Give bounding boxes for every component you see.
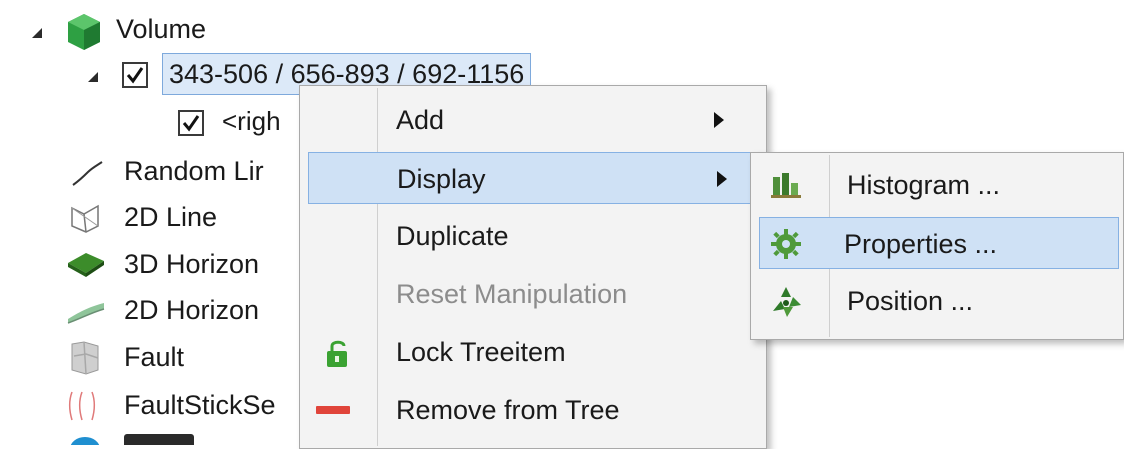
- tree-row-faultstickset[interactable]: FaultStickSe: [0, 384, 310, 428]
- submenu-item-label: Properties ...: [844, 229, 998, 259]
- 3d-horizon-icon: [68, 253, 104, 277]
- fault-icon: [71, 341, 99, 375]
- submenu-item-label: Histogram ...: [847, 170, 1001, 200]
- submenu-item-properties[interactable]: Properties ...: [759, 217, 1119, 269]
- tree-item-label: 2D Line: [124, 202, 218, 232]
- gear-icon: [771, 229, 801, 259]
- volume-label: Volume: [116, 14, 207, 44]
- tree-row-partial[interactable]: [0, 430, 310, 445]
- tree-row-3d-horizon[interactable]: 3D Horizon: [0, 243, 310, 287]
- tree-item-label: Random Lir: [124, 156, 264, 186]
- child-item-checkbox[interactable]: [178, 110, 204, 136]
- position-icon: [773, 287, 801, 317]
- remove-icon: [316, 406, 350, 414]
- volume-cube-icon: [68, 14, 100, 50]
- tree-row-fault[interactable]: Fault: [0, 336, 310, 380]
- menu-item-remove-from-tree[interactable]: Remove from Tree: [304, 384, 762, 436]
- submenu-item-label: Position ...: [847, 286, 974, 316]
- expand-arrow-icon[interactable]: [86, 70, 100, 84]
- 2d-horizon-icon: [67, 303, 105, 324]
- 2d-line-icon: [71, 204, 99, 233]
- tree-row-2d-horizon[interactable]: 2D Horizon: [0, 289, 310, 333]
- submenu-item-position[interactable]: Position ...: [755, 275, 1119, 327]
- context-menu: Add Display Duplicate Reset Manipulation…: [299, 85, 767, 449]
- menu-item-label: Add: [396, 105, 445, 135]
- lock-icon: [327, 340, 347, 367]
- tree-item-label: Fault: [124, 342, 185, 372]
- tree-row-random-line[interactable]: Random Lir: [0, 150, 310, 194]
- partial-label-fragment: [124, 434, 194, 445]
- tree-row-volume[interactable]: Volume: [0, 10, 400, 54]
- menu-item-duplicate[interactable]: Duplicate: [304, 210, 762, 262]
- menu-item-label: Remove from Tree: [396, 395, 620, 425]
- menu-item-lock-treeitem[interactable]: Lock Treeitem: [304, 326, 762, 378]
- submenu-item-histogram[interactable]: Histogram ...: [755, 159, 1119, 211]
- check-icon: [126, 67, 144, 84]
- check-icon: [182, 115, 200, 132]
- menu-item-label: Duplicate: [396, 221, 509, 251]
- body-icon: [70, 437, 100, 445]
- menu-item-reset-manipulation[interactable]: Reset Manipulation: [304, 268, 762, 320]
- submenu-arrow-icon: [717, 171, 727, 187]
- child-item-label: <righ: [222, 106, 281, 136]
- tree-item-label: 2D Horizon: [124, 295, 260, 325]
- menu-item-add[interactable]: Add: [304, 94, 762, 146]
- menu-item-label: Display: [397, 164, 486, 194]
- display-submenu: Histogram ... Properties ... Position ..…: [750, 152, 1124, 340]
- menu-item-label: Reset Manipulation: [396, 279, 628, 309]
- expand-arrow-icon[interactable]: [30, 26, 44, 40]
- tree-row-child[interactable]: <righ: [0, 100, 310, 144]
- histogram-icon: [771, 173, 801, 198]
- submenu-arrow-icon: [714, 112, 724, 128]
- menu-item-label: Lock Treeitem: [396, 337, 566, 367]
- faultstickset-icon: [69, 391, 95, 421]
- menu-item-display[interactable]: Display: [308, 152, 752, 204]
- tree-item-label: FaultStickSe: [124, 390, 276, 420]
- tree-item-label: 3D Horizon: [124, 249, 260, 279]
- volume-item-checkbox[interactable]: [122, 62, 148, 88]
- tree-row-2d-line[interactable]: 2D Line: [0, 196, 310, 240]
- random-line-icon: [72, 161, 103, 186]
